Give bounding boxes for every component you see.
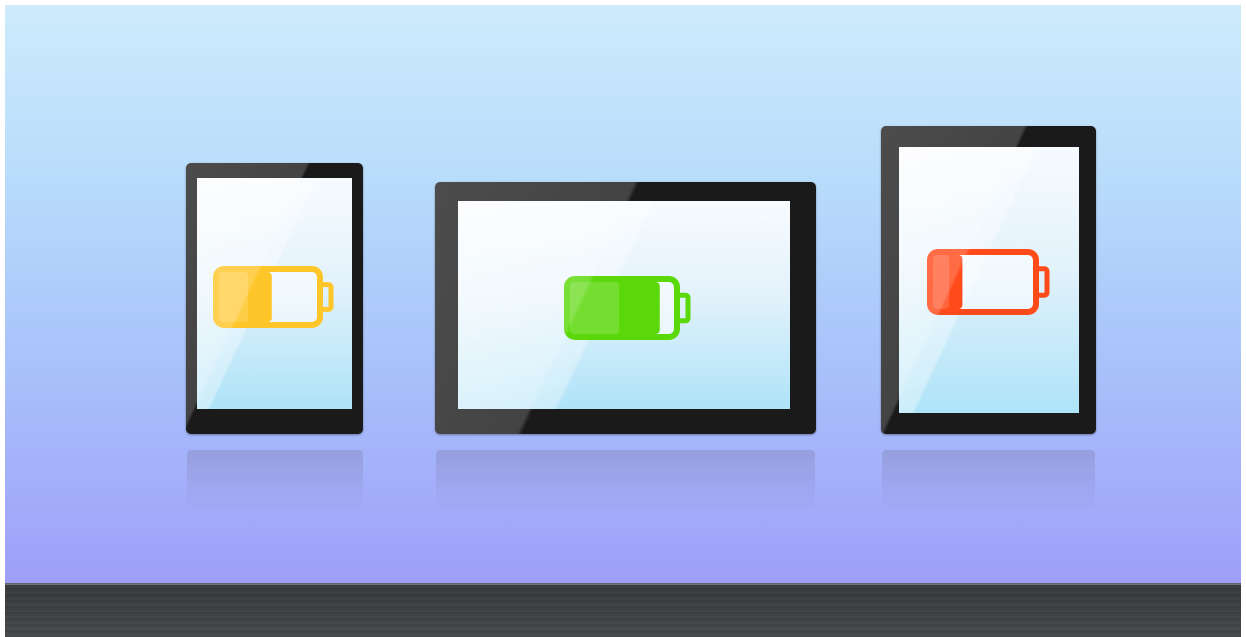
battery-fill-gloss: [219, 272, 249, 322]
portrait-tablet-screen: [899, 147, 1079, 413]
portrait-tablet-device: [881, 126, 1096, 434]
portrait-tablet-reflection: [882, 450, 1095, 510]
landscape-tablet-reflection: [436, 450, 815, 510]
phone-screen: [197, 178, 352, 409]
battery-fill-gloss: [933, 255, 950, 309]
phone-reflection: [187, 450, 363, 510]
scene: [0, 0, 1246, 637]
battery-half-icon: [213, 266, 334, 328]
battery-fill-gloss: [570, 282, 620, 334]
brushed-metal-floor: [5, 585, 1241, 637]
phone-device: [186, 163, 363, 434]
landscape-tablet-screen: [458, 201, 790, 409]
landscape-tablet-device: [435, 182, 816, 434]
battery-full-icon: [564, 276, 691, 340]
battery-low-icon: [927, 249, 1050, 315]
